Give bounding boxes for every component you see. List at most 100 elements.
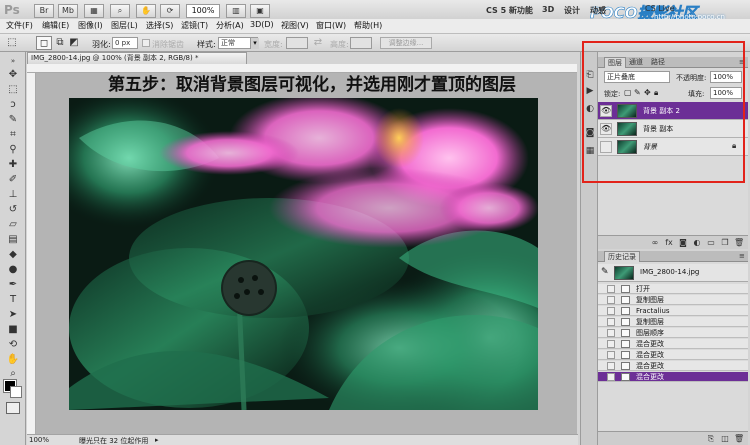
background-color-swatch[interactable] [10, 386, 22, 398]
history-step[interactable]: Fractalius [598, 306, 748, 316]
move-tool-icon[interactable]: ✥ [5, 68, 21, 82]
lock-position-icon[interactable]: ✥ [644, 88, 651, 97]
antialias-checkbox[interactable] [142, 39, 150, 47]
zoom-tool-icon[interactable]: ⌕ [5, 367, 21, 381]
eyedropper-tool-icon[interactable]: ⚲ [5, 143, 21, 157]
tab-layers[interactable]: 图层 [604, 57, 626, 68]
refine-edge-button[interactable]: 调整边缘... [380, 37, 432, 49]
marquee-tool-icon[interactable]: ⬚ [5, 83, 21, 97]
history-step-current[interactable]: ▶ 混合更改 [598, 372, 748, 382]
zoom-field[interactable]: 100% [186, 4, 220, 18]
quick-select-tool-icon[interactable]: ✎ [5, 113, 21, 127]
opacity-input[interactable]: 100% [710, 71, 742, 83]
workspace-3d[interactable]: 3D [542, 5, 554, 14]
adjustments-panel-icon[interactable]: ◐ [584, 104, 596, 115]
screen-mode-button[interactable]: ▣ [250, 4, 270, 18]
history-step[interactable]: 混合更改 [598, 350, 748, 360]
feather-input[interactable]: 0 px [112, 37, 138, 49]
gradient-tool-icon[interactable]: ▤ [5, 233, 21, 247]
swap-dimensions-icon[interactable]: ⇄ [310, 36, 326, 50]
rotate-view-button[interactable]: ⟳ [160, 4, 180, 18]
3d-rotate-tool-icon[interactable]: ⟲ [5, 338, 21, 352]
styles-panel-icon[interactable]: ▦ [584, 146, 596, 157]
pen-tool-icon[interactable]: ✒ [5, 278, 21, 292]
eraser-tool-icon[interactable]: ▱ [5, 218, 21, 232]
cs-live-button[interactable]: CS Live [645, 4, 675, 13]
height-input[interactable] [350, 37, 372, 49]
zoom-level-button[interactable]: ⌕ [110, 4, 130, 18]
path-select-tool-icon[interactable]: ➤ [5, 308, 21, 322]
view-extras-button[interactable]: ▦ [84, 4, 104, 18]
spot-healing-tool-icon[interactable]: ✚ [5, 158, 21, 172]
new-document-from-state-icon[interactable]: ⎘ [706, 434, 716, 443]
width-input[interactable] [286, 37, 308, 49]
history-step[interactable]: 图层顺序 [598, 328, 748, 338]
bridge-button[interactable]: Br [34, 4, 54, 18]
eye-hidden-icon[interactable] [600, 141, 612, 153]
type-tool-icon[interactable]: T [5, 293, 21, 307]
workspace-motion[interactable]: 动感 [590, 5, 606, 16]
dodge-tool-icon[interactable]: ● [5, 263, 21, 277]
subtract-selection-icon[interactable]: ◩ [66, 36, 82, 50]
menu-layer[interactable]: 图层(L) [111, 20, 138, 31]
masks-panel-icon[interactable]: ◙ [584, 128, 596, 139]
fill-input[interactable]: 100% [710, 87, 742, 99]
lasso-tool-icon[interactable]: ↄ [5, 98, 21, 112]
document-tab[interactable]: IMG_2800-14.jpg @ 100% (背景 副本 2, RGB/8) … [27, 52, 247, 64]
menu-window[interactable]: 窗口(W) [316, 20, 346, 31]
menu-image[interactable]: 图像(I) [78, 20, 103, 31]
layer-row-background[interactable]: 背景 🔒︎ [598, 138, 748, 156]
history-step[interactable]: 复制图层 [598, 317, 748, 327]
new-snapshot-icon[interactable]: ◫ [720, 434, 730, 443]
layer-row-background-copy-2[interactable]: 👁︎ 背景 副本 2 [598, 102, 748, 120]
tab-history[interactable]: 历史记录 [604, 251, 640, 262]
history-step[interactable]: 混合更改 [598, 361, 748, 371]
history-step[interactable]: 混合更改 [598, 339, 748, 349]
new-selection-icon[interactable]: ◻ [36, 36, 52, 50]
mini-bridge-button[interactable]: Mb [58, 4, 78, 18]
lock-image-icon[interactable]: ✎ [634, 88, 641, 97]
crop-tool-icon[interactable]: ⌗ [5, 128, 21, 142]
photo-canvas[interactable] [69, 98, 538, 410]
tab-paths[interactable]: 路径 [648, 57, 668, 68]
blur-tool-icon[interactable]: ◆ [5, 248, 21, 262]
layer-style-icon[interactable]: fx [664, 238, 674, 247]
blend-mode-select[interactable]: 正片叠底 [604, 71, 670, 83]
layer-row-background-copy[interactable]: 👁︎ 背景 副本 [598, 120, 748, 138]
workspace-design[interactable]: 设计 [564, 5, 580, 16]
hand-tool-icon[interactable]: ✋ [5, 353, 21, 367]
clone-stamp-tool-icon[interactable]: ⊥ [5, 188, 21, 202]
tab-channels[interactable]: 通道 [626, 57, 646, 68]
panel-menu-icon[interactable]: ≡ [736, 251, 748, 262]
marquee-preset-icon[interactable]: ⬚ [4, 36, 20, 50]
lock-all-icon[interactable]: 🔒︎ [654, 88, 658, 98]
history-panel-icon[interactable]: ⎗ [584, 70, 596, 81]
eye-icon[interactable]: 👁︎ [600, 123, 612, 135]
actions-panel-icon[interactable]: ▶ [584, 86, 596, 97]
history-step[interactable]: 复制图层 [598, 295, 748, 305]
menu-file[interactable]: 文件(F) [6, 20, 33, 31]
menu-view[interactable]: 视图(V) [281, 20, 309, 31]
history-brush-source-icon[interactable]: ✎ [601, 267, 609, 277]
arrange-documents-button[interactable]: ▥ [226, 4, 246, 18]
menu-filter[interactable]: 滤镜(T) [181, 20, 208, 31]
add-mask-icon[interactable]: ◙ [678, 238, 688, 247]
history-snapshot[interactable]: ✎ IMG_2800-14.jpg [598, 264, 748, 282]
chevron-down-icon[interactable]: ▾ [250, 38, 259, 49]
workspace-cs5-new[interactable]: CS 5 新功能 [486, 5, 533, 16]
history-brush-tool-icon[interactable]: ↺ [5, 203, 21, 217]
new-layer-icon[interactable]: ❐ [720, 238, 730, 247]
hand-tool-button[interactable]: ✋ [136, 4, 156, 18]
delete-layer-icon[interactable]: 🗑︎ [734, 238, 744, 247]
status-info[interactable]: 曝光只在 32 位起作用 [79, 436, 148, 445]
collapse-arrows-icon[interactable]: » [5, 54, 21, 68]
menu-3d[interactable]: 3D(D) [250, 20, 274, 29]
menu-edit[interactable]: 编辑(E) [42, 20, 69, 31]
eye-icon[interactable]: 👁︎ [600, 105, 612, 117]
quick-mask-icon[interactable] [6, 402, 20, 414]
history-state-pointer-icon[interactable]: ▶ [615, 373, 620, 381]
lock-transparent-icon[interactable]: ▢ [624, 88, 632, 97]
link-layers-icon[interactable]: ∞ [650, 238, 660, 247]
delete-state-icon[interactable]: 🗑︎ [734, 434, 744, 443]
new-group-icon[interactable]: ▭ [706, 238, 716, 247]
